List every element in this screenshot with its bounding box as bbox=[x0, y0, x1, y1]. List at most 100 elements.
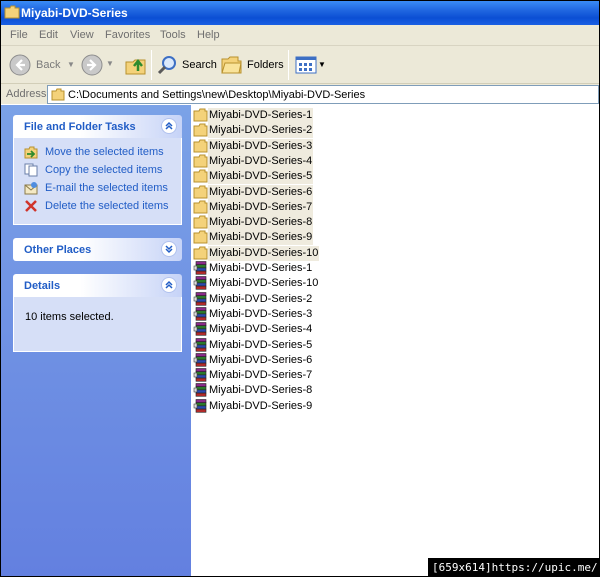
task-copy[interactable]: Copy the selected items bbox=[14, 162, 181, 180]
back-label: Back bbox=[36, 59, 61, 71]
file-name: Miyabi-DVD-Series-6 bbox=[209, 353, 313, 366]
search-icon bbox=[157, 56, 176, 75]
search-label: Search bbox=[182, 59, 217, 71]
folder-icon bbox=[193, 246, 208, 260]
panel-title: Other Places bbox=[24, 244, 92, 256]
up-button[interactable] bbox=[123, 50, 149, 80]
folders-button[interactable]: Folders bbox=[219, 50, 284, 80]
task-delete[interactable]: Delete the selected items bbox=[14, 198, 181, 216]
views-dropdown-icon: ▼ bbox=[318, 60, 326, 69]
file-name: Miyabi-DVD-Series-8 bbox=[209, 384, 313, 397]
panel-header[interactable]: Details bbox=[13, 274, 182, 297]
file-name: Miyabi-DVD-Series-5 bbox=[209, 338, 313, 351]
explorer-window: Miyabi-DVD-Series File Edit View Favorit… bbox=[1, 1, 599, 576]
views-button[interactable]: ▼ bbox=[293, 50, 327, 80]
file-name: Miyabi-DVD-Series-4 bbox=[209, 323, 313, 336]
task-move[interactable]: Move the selected items bbox=[14, 144, 181, 162]
forward-button[interactable]: ▼ bbox=[79, 50, 119, 80]
task-email[interactable]: E-mail the selected items bbox=[14, 180, 181, 198]
back-button[interactable]: Back bbox=[7, 50, 67, 80]
forward-dropdown-icon: ▼ bbox=[106, 59, 114, 68]
other-places-panel: Other Places bbox=[13, 238, 182, 261]
panel-body: 10 items selected. bbox=[13, 297, 182, 352]
address-input[interactable]: C:\Documents and Settings\new\Desktop\Mi… bbox=[47, 85, 599, 104]
task-label: Move the selected items bbox=[45, 146, 164, 158]
copy-icon bbox=[24, 163, 38, 177]
folders-label: Folders bbox=[247, 59, 284, 71]
rar-archive-icon bbox=[193, 307, 208, 321]
file-name: Miyabi-DVD-Series-7 bbox=[209, 369, 313, 382]
file-list[interactable]: Miyabi-DVD-Series-1 Miyabi-DVD-Series-2 Mi… bbox=[191, 105, 599, 576]
file-name: Miyabi-DVD-Series-2 bbox=[209, 292, 313, 305]
menu-file[interactable]: File bbox=[10, 29, 28, 41]
search-button[interactable]: Search bbox=[155, 50, 217, 80]
file-name: Miyabi-DVD-Series-2 bbox=[208, 123, 314, 139]
delete-x-icon bbox=[25, 200, 37, 212]
file-name: Miyabi-DVD-Series-1 bbox=[208, 108, 314, 123]
toolbar: Back ▼ ▼ Search Folders ▼ bbox=[1, 46, 599, 84]
menu-bar: File Edit View Favorites Tools Help bbox=[1, 25, 599, 46]
views-icon bbox=[295, 56, 317, 74]
expand-chevron-icon[interactable] bbox=[161, 241, 177, 257]
details-panel: Details 10 items selected. bbox=[13, 274, 182, 352]
folder-icon bbox=[193, 154, 208, 168]
folder-icon bbox=[51, 88, 65, 101]
move-icon bbox=[24, 146, 38, 159]
collapse-chevron-icon[interactable] bbox=[161, 118, 177, 134]
file-name: Miyabi-DVD-Series-3 bbox=[208, 138, 314, 154]
rar-archive-icon bbox=[193, 291, 208, 306]
folder-icon bbox=[193, 200, 208, 214]
file-name: Miyabi-DVD-Series-3 bbox=[209, 307, 313, 320]
rar-archive-icon bbox=[193, 276, 208, 290]
panel-body: Move the selected items Copy the selecte… bbox=[13, 138, 182, 225]
file-name: Miyabi-DVD-Series-5 bbox=[208, 169, 314, 185]
up-folder-icon bbox=[125, 58, 146, 75]
menu-view[interactable]: View bbox=[70, 29, 94, 41]
rar-archive-icon bbox=[193, 322, 208, 336]
rar-archive-icon bbox=[193, 398, 208, 413]
menu-favorites[interactable]: Favorites bbox=[105, 29, 150, 41]
address-label: Address bbox=[6, 88, 47, 100]
panel-title: File and Folder Tasks bbox=[24, 121, 136, 133]
task-label: Copy the selected items bbox=[45, 164, 163, 176]
folder-icon bbox=[4, 5, 20, 19]
file-name: Miyabi-DVD-Series-4 bbox=[208, 153, 314, 169]
menu-tools[interactable]: Tools bbox=[160, 29, 186, 41]
window-title: Miyabi-DVD-Series bbox=[21, 6, 128, 20]
panel-title: Details bbox=[24, 280, 61, 292]
rar-archive-icon bbox=[193, 383, 208, 397]
rar-archive-icon bbox=[193, 352, 208, 367]
task-label: Delete the selected items bbox=[45, 200, 169, 212]
address-bar: Address C:\Documents and Settings\new\De… bbox=[1, 84, 599, 104]
toolbar-separator bbox=[288, 50, 289, 80]
toolbar-separator bbox=[151, 50, 152, 80]
panel-header[interactable]: File and Folder Tasks bbox=[13, 115, 182, 138]
folder-icon bbox=[193, 123, 208, 137]
file-name: Miyabi-DVD-Series-9 bbox=[208, 230, 314, 246]
file-folder-tasks-panel: File and Folder Tasks Move the selected … bbox=[13, 115, 182, 225]
task-label: E-mail the selected items bbox=[45, 182, 168, 194]
rar-archive-icon bbox=[193, 337, 208, 352]
folder-icon bbox=[193, 215, 208, 229]
folder-icon bbox=[193, 108, 208, 122]
back-dropdown-icon[interactable]: ▼ bbox=[67, 60, 75, 69]
panel-header[interactable]: Other Places bbox=[13, 238, 182, 261]
email-icon bbox=[24, 182, 38, 195]
folders-icon bbox=[221, 56, 242, 74]
forward-arrow-icon bbox=[81, 54, 103, 76]
back-arrow-icon bbox=[9, 54, 31, 76]
title-bar[interactable]: Miyabi-DVD-Series bbox=[1, 1, 599, 25]
collapse-chevron-icon[interactable] bbox=[161, 277, 177, 293]
folder-icon bbox=[193, 230, 208, 244]
rar-archive-icon bbox=[193, 368, 208, 382]
details-text: 10 items selected. bbox=[25, 311, 114, 323]
file-name: Miyabi-DVD-Series-1 bbox=[209, 262, 313, 274]
file-name: Miyabi-DVD-Series-9 bbox=[209, 399, 313, 412]
file-name: Miyabi-DVD-Series-6 bbox=[208, 184, 314, 200]
file-name: Miyabi-DVD-Series-8 bbox=[208, 215, 314, 231]
address-text: C:\Documents and Settings\new\Desktop\Mi… bbox=[68, 89, 366, 101]
menu-help[interactable]: Help bbox=[197, 29, 220, 41]
rar-archive-icon bbox=[193, 261, 208, 275]
task-pane: File and Folder Tasks Move the selected … bbox=[1, 105, 191, 576]
menu-edit[interactable]: Edit bbox=[39, 29, 58, 41]
